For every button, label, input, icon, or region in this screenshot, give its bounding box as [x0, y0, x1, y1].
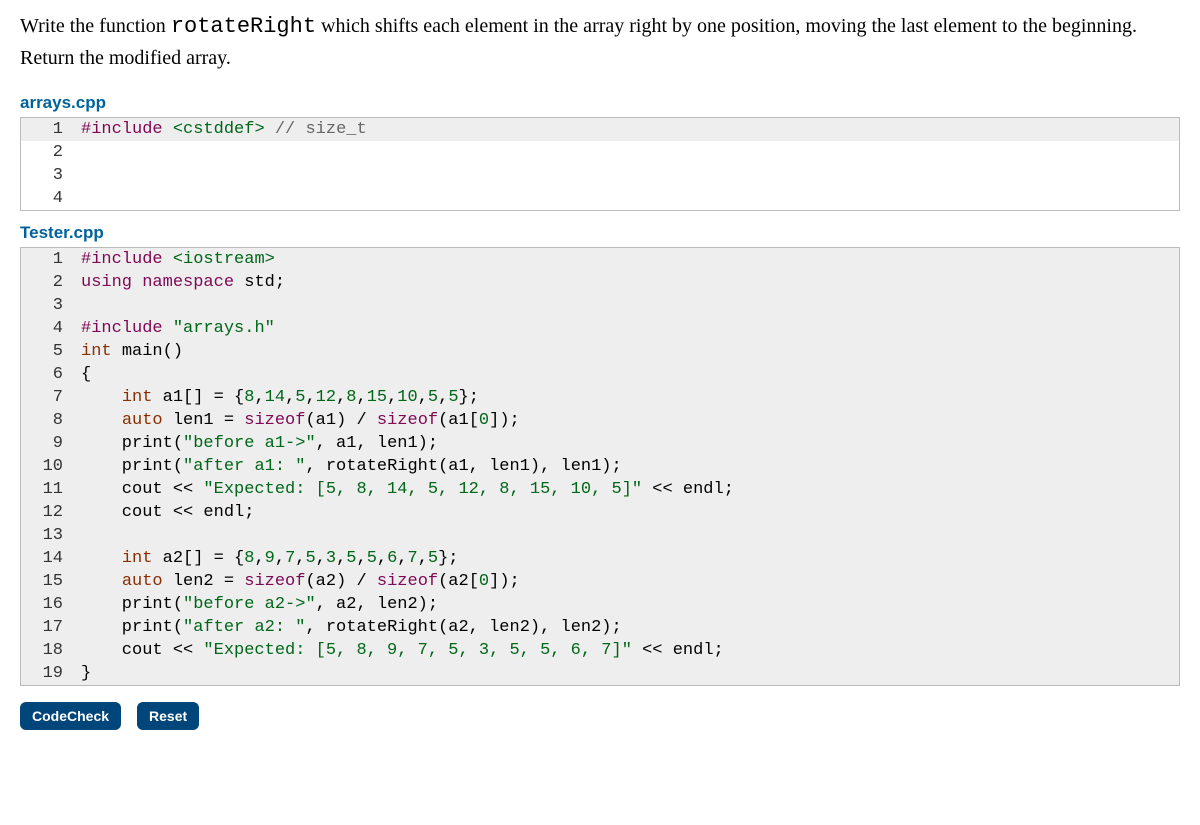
- line-number: 15: [21, 570, 73, 593]
- code-content: #include <iostream>: [73, 248, 1179, 271]
- code-line[interactable]: 4: [21, 187, 1179, 210]
- code-content[interactable]: [73, 141, 1179, 164]
- function-name: rotateRight: [171, 14, 316, 39]
- line-number: 1: [21, 118, 73, 141]
- codecheck-button[interactable]: CodeCheck: [20, 702, 121, 730]
- code-content: print("before a2->", a2, len2);: [73, 593, 1179, 616]
- code-content: [73, 294, 1179, 317]
- code-content: print("after a1: ", rotateRight(a1, len1…: [73, 455, 1179, 478]
- code-content: print("before a1->", a1, len1);: [73, 432, 1179, 455]
- code-content: cout << endl;: [73, 501, 1179, 524]
- code-editor-arrays[interactable]: 1#include <cstddef> // size_t234: [20, 117, 1180, 211]
- code-line: 4#include "arrays.h": [21, 317, 1179, 340]
- code-content[interactable]: [73, 187, 1179, 210]
- code-line[interactable]: 2: [21, 141, 1179, 164]
- code-content: print("after a2: ", rotateRight(a2, len2…: [73, 616, 1179, 639]
- code-line: 8 auto len1 = sizeof(a1) / sizeof(a1[0])…: [21, 409, 1179, 432]
- code-content: }: [73, 662, 1179, 685]
- problem-statement: Write the function rotateRight which shi…: [20, 10, 1180, 73]
- code-content: int a2[] = {8,9,7,5,3,5,5,6,7,5};: [73, 547, 1179, 570]
- code-line: 1#include <iostream>: [21, 248, 1179, 271]
- code-line: 18 cout << "Expected: [5, 8, 9, 7, 5, 3,…: [21, 639, 1179, 662]
- line-number: 7: [21, 386, 73, 409]
- code-line[interactable]: 1#include <cstddef> // size_t: [21, 118, 1179, 141]
- line-number: 6: [21, 363, 73, 386]
- code-line: 16 print("before a2->", a2, len2);: [21, 593, 1179, 616]
- line-number: 10: [21, 455, 73, 478]
- line-number: 8: [21, 409, 73, 432]
- line-number: 19: [21, 662, 73, 685]
- button-row: CodeCheck Reset: [20, 702, 1180, 730]
- line-number: 2: [21, 141, 73, 164]
- code-line: 19}: [21, 662, 1179, 685]
- line-number: 11: [21, 478, 73, 501]
- code-viewer-tester: 1#include <iostream>2using namespace std…: [20, 247, 1180, 686]
- code-line: 12 cout << endl;: [21, 501, 1179, 524]
- code-content: #include "arrays.h": [73, 317, 1179, 340]
- line-number: 4: [21, 317, 73, 340]
- code-line[interactable]: 3: [21, 164, 1179, 187]
- code-content[interactable]: #include <cstddef> // size_t: [73, 118, 1179, 141]
- code-content: cout << "Expected: [5, 8, 14, 5, 12, 8, …: [73, 478, 1179, 501]
- code-line: 17 print("after a2: ", rotateRight(a2, l…: [21, 616, 1179, 639]
- line-number: 12: [21, 501, 73, 524]
- line-number: 13: [21, 524, 73, 547]
- code-content: int a1[] = {8,14,5,12,8,15,10,5,5};: [73, 386, 1179, 409]
- problem-prefix: Write the function: [20, 15, 171, 37]
- code-line: 15 auto len2 = sizeof(a2) / sizeof(a2[0]…: [21, 570, 1179, 593]
- line-number: 5: [21, 340, 73, 363]
- line-number: 14: [21, 547, 73, 570]
- line-number: 9: [21, 432, 73, 455]
- code-line: 7 int a1[] = {8,14,5,12,8,15,10,5,5};: [21, 386, 1179, 409]
- code-content: {: [73, 363, 1179, 386]
- code-content: auto len2 = sizeof(a2) / sizeof(a2[0]);: [73, 570, 1179, 593]
- line-number: 3: [21, 164, 73, 187]
- line-number: 16: [21, 593, 73, 616]
- code-line: 10 print("after a1: ", rotateRight(a1, l…: [21, 455, 1179, 478]
- code-content: auto len1 = sizeof(a1) / sizeof(a1[0]);: [73, 409, 1179, 432]
- line-number: 18: [21, 639, 73, 662]
- code-line: 13: [21, 524, 1179, 547]
- line-number: 1: [21, 248, 73, 271]
- code-content: cout << "Expected: [5, 8, 9, 7, 5, 3, 5,…: [73, 639, 1179, 662]
- code-line: 9 print("before a1->", a1, len1);: [21, 432, 1179, 455]
- line-number: 2: [21, 271, 73, 294]
- reset-button[interactable]: Reset: [137, 702, 199, 730]
- code-content: int main(): [73, 340, 1179, 363]
- code-line: 2using namespace std;: [21, 271, 1179, 294]
- code-line: 5int main(): [21, 340, 1179, 363]
- code-line: 11 cout << "Expected: [5, 8, 14, 5, 12, …: [21, 478, 1179, 501]
- line-number: 4: [21, 187, 73, 210]
- code-content: [73, 524, 1179, 547]
- code-line: 6{: [21, 363, 1179, 386]
- file-label-arrays: arrays.cpp: [20, 93, 1180, 113]
- file-label-tester: Tester.cpp: [20, 223, 1180, 243]
- line-number: 17: [21, 616, 73, 639]
- code-content[interactable]: [73, 164, 1179, 187]
- code-content: using namespace std;: [73, 271, 1179, 294]
- line-number: 3: [21, 294, 73, 317]
- code-line: 14 int a2[] = {8,9,7,5,3,5,5,6,7,5};: [21, 547, 1179, 570]
- code-line: 3: [21, 294, 1179, 317]
